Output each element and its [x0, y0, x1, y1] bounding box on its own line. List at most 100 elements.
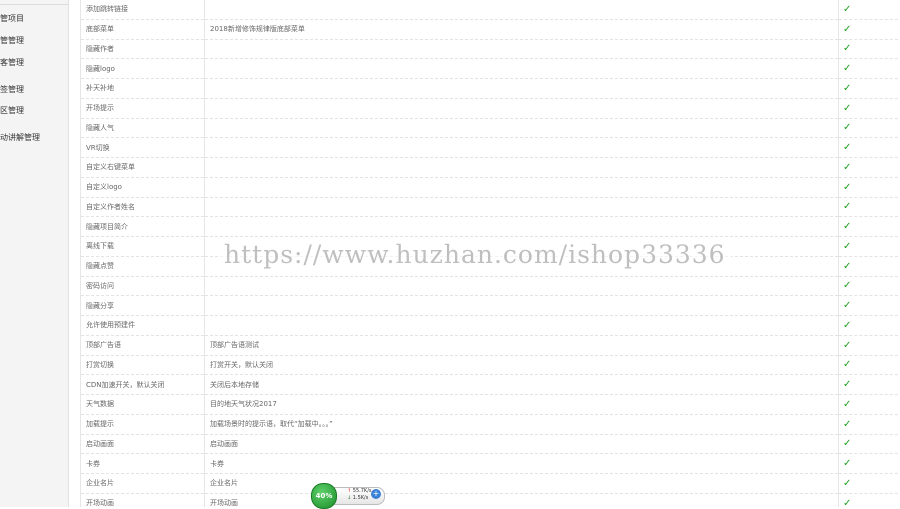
feature-name-cell: 启动画面: [81, 434, 205, 454]
sidebar-item-projects[interactable]: 管项目: [0, 13, 68, 24]
feature-name-cell: 企业名片: [81, 474, 205, 494]
feature-name-cell: 自定义作者姓名: [81, 197, 205, 217]
feature-status-cell: ✓: [839, 375, 900, 395]
feature-status-cell: ✓: [839, 296, 900, 316]
sidebar-item-narration[interactable]: 动讲解管理: [0, 132, 68, 143]
table-row: 自定义右键菜单 ✓: [81, 158, 900, 178]
feature-status-cell: ✓: [839, 256, 900, 276]
feature-description-cell: [205, 217, 839, 237]
checkmark-icon: ✓: [843, 320, 851, 331]
feature-name-cell: 添加跳转链接: [81, 0, 205, 19]
speed-percent-badge[interactable]: 40%: [311, 483, 337, 509]
feature-status-cell: ✓: [839, 454, 900, 474]
table-row: 顶部广告语顶部广告语测试✓: [81, 335, 900, 355]
download-speed: ↓ 1.5K/s: [347, 495, 368, 501]
checkmark-icon: ✓: [843, 458, 851, 469]
feature-description-cell: 企业名片: [205, 474, 839, 494]
feature-description-cell: [205, 118, 839, 138]
feature-description-cell: [205, 79, 839, 99]
feature-name-cell: 离线下载: [81, 237, 205, 257]
download-arrow-icon: ↓: [347, 495, 351, 501]
table-row: 密码访问 ✓: [81, 276, 900, 296]
feature-status-cell: ✓: [839, 118, 900, 138]
download-speed-value: 1.5K/s: [353, 495, 369, 501]
feature-name-cell: 天气数据: [81, 395, 205, 415]
feature-description-cell: 打赏开关，默认关闭: [205, 355, 839, 375]
feature-name-cell: 底部菜单: [81, 19, 205, 39]
table-row: VR切换✓: [81, 138, 900, 158]
watermark-text: https://www.huzhan.com/ishop33336: [218, 238, 732, 271]
checkmark-icon: ✓: [843, 498, 851, 507]
plus-icon[interactable]: +: [371, 489, 381, 499]
table-row: 打赏切换打赏开关，默认关闭✓: [81, 355, 900, 375]
feature-status-cell: ✓: [839, 493, 900, 507]
feature-name-cell: 自定义右键菜单: [81, 158, 205, 178]
table-row: 启动画面启动画面 ✓: [81, 434, 900, 454]
table-row: 隐藏项目简介✓: [81, 217, 900, 237]
checkmark-icon: ✓: [843, 280, 851, 291]
feature-status-cell: ✓: [839, 434, 900, 454]
checkmark-icon: ✓: [843, 241, 851, 252]
checkmark-icon: ✓: [843, 300, 851, 311]
feature-name-cell: 自定义logo: [81, 177, 205, 197]
feature-name-cell: 加载提示: [81, 414, 205, 434]
feature-name-cell: 隐藏作者: [81, 39, 205, 59]
checkmark-icon: ✓: [843, 419, 851, 430]
feature-description-cell: 开场动画: [205, 493, 839, 507]
table-row: 企业名片企业名片✓: [81, 474, 900, 494]
feature-description-cell: [205, 316, 839, 336]
feature-status-cell: ✓: [839, 316, 900, 336]
feature-description-cell: [205, 296, 839, 316]
network-speed-widget[interactable]: 40% ↑ 55.7K/s ↓ 1.5K/s +: [311, 483, 385, 507]
checkmark-icon: ✓: [843, 399, 851, 410]
feature-description-cell: [205, 158, 839, 178]
checkmark-icon: ✓: [843, 43, 851, 54]
table-row: 开场动画开场动画✓: [81, 493, 900, 507]
feature-status-cell: ✓: [839, 395, 900, 415]
table-row: 开场提示✓: [81, 98, 900, 118]
feature-status-cell: ✓: [839, 217, 900, 237]
feature-status-cell: ✓: [839, 177, 900, 197]
feature-description-cell: [205, 39, 839, 59]
sidebar-item-tags[interactable]: 签管理: [0, 84, 68, 95]
checkmark-icon: ✓: [843, 63, 851, 74]
checkmark-icon: ✓: [843, 162, 851, 173]
feature-status-cell: ✓: [839, 39, 900, 59]
feature-status-cell: ✓: [839, 98, 900, 118]
checkmark-icon: ✓: [843, 103, 851, 114]
feature-description-cell: 启动画面: [205, 434, 839, 454]
feature-description-cell: [205, 197, 839, 217]
checkmark-icon: ✓: [843, 438, 851, 449]
checkmark-icon: ✓: [843, 24, 851, 35]
table-row: 卡券卡券✓: [81, 454, 900, 474]
table-row: 添加跳转链接 ✓: [81, 0, 900, 19]
checkmark-icon: ✓: [843, 261, 851, 272]
sidebar-item-customers[interactable]: 客管理: [0, 57, 68, 68]
feature-name-cell: 密码访问: [81, 276, 205, 296]
feature-description-cell: [205, 177, 839, 197]
feature-name-cell: 隐藏logo: [81, 59, 205, 79]
checkmark-icon: ✓: [843, 122, 851, 133]
sidebar-item-management[interactable]: 管管理: [0, 35, 68, 46]
sidebar-item-areas[interactable]: 区管理: [0, 105, 68, 116]
feature-description-cell: [205, 0, 839, 19]
feature-status-cell: ✓: [839, 474, 900, 494]
feature-status-cell: ✓: [839, 197, 900, 217]
upload-speed: ↑ 55.7K/s: [347, 488, 372, 494]
sidebar: 管项目 管管理 客管理 签管理 区管理 动讲解管理: [0, 0, 69, 507]
checkmark-icon: ✓: [843, 221, 851, 232]
feature-name-cell: 允许使用预建件: [81, 316, 205, 336]
checkmark-icon: ✓: [843, 142, 851, 153]
table-row: 天气数据目的地天气状况2017✓: [81, 395, 900, 415]
table-row: 允许使用预建件 ✓: [81, 316, 900, 336]
feature-status-cell: ✓: [839, 79, 900, 99]
table-row: 补天补地 ✓: [81, 79, 900, 99]
feature-name-cell: 补天补地: [81, 79, 205, 99]
feature-name-cell: 隐藏点赞: [81, 256, 205, 276]
checkmark-icon: ✓: [843, 379, 851, 390]
table-row: 隐藏人气 ✓: [81, 118, 900, 138]
feature-status-cell: ✓: [839, 355, 900, 375]
checkmark-icon: ✓: [843, 4, 851, 15]
feature-description-cell: 卡券: [205, 454, 839, 474]
feature-name-cell: 隐藏人气: [81, 118, 205, 138]
